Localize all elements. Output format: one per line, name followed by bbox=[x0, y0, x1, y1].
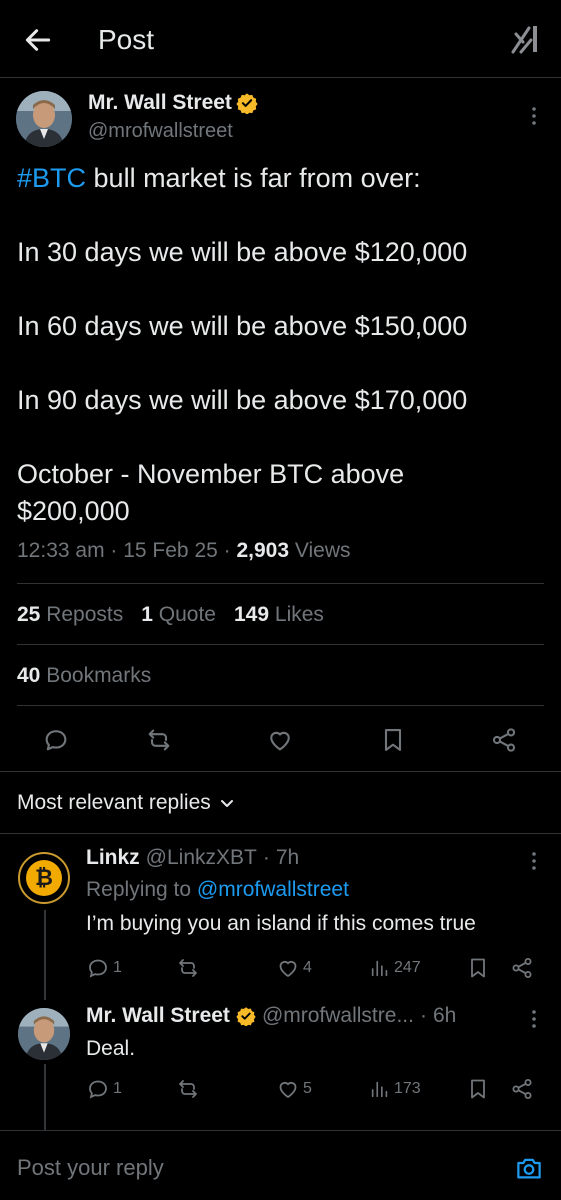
avatar[interactable] bbox=[18, 1008, 70, 1060]
repost-button[interactable] bbox=[176, 1076, 200, 1102]
bookmarks-stat[interactable]: 40 Bookmarks bbox=[17, 664, 151, 688]
reply-actions: 1 5 173 bbox=[86, 1076, 536, 1106]
chevron-down-icon bbox=[220, 800, 233, 807]
avatar[interactable] bbox=[16, 91, 72, 147]
views-button[interactable]: 173 bbox=[369, 1076, 421, 1102]
reply-button[interactable]: 1 bbox=[86, 1076, 122, 1102]
reply-button[interactable]: 1 bbox=[86, 955, 122, 981]
hashtag-link[interactable]: #BTC bbox=[17, 163, 86, 193]
post-body: #BTC bull market is far from over: In 30… bbox=[17, 160, 547, 530]
views-count: 2,903 bbox=[236, 539, 290, 562]
share-icon[interactable] bbox=[510, 955, 534, 981]
bookmark-icon[interactable] bbox=[379, 726, 407, 754]
top-bar: Post bbox=[0, 0, 561, 78]
post-time: 12:33 am bbox=[17, 539, 105, 562]
views-button[interactable]: 247 bbox=[369, 955, 421, 981]
likes-stat[interactable]: 149 Likes bbox=[234, 603, 324, 626]
like-button[interactable]: 5 bbox=[276, 1076, 312, 1102]
like-icon[interactable] bbox=[266, 726, 294, 754]
svg-text:₿: ₿ bbox=[35, 866, 53, 891]
repost-icon bbox=[179, 1080, 197, 1098]
divider bbox=[17, 583, 544, 584]
analytics-icon bbox=[371, 1081, 388, 1098]
engagement-stats: 25 Reposts 1 Quote 149 Likes bbox=[17, 603, 324, 627]
reposts-stat[interactable]: 25 Reposts bbox=[17, 603, 123, 626]
verified-badge-icon bbox=[236, 1007, 256, 1026]
reply-actions: 1 4 247 bbox=[86, 955, 536, 985]
reply-text: I’m buying you an island if this comes t… bbox=[86, 912, 476, 935]
author-handle[interactable]: @mrofwallstreet bbox=[88, 120, 233, 143]
post-text: bull market is far from over: In 30 days… bbox=[17, 163, 468, 526]
like-icon bbox=[279, 1081, 297, 1099]
repost-icon bbox=[179, 959, 197, 977]
share-icon[interactable] bbox=[510, 1076, 534, 1102]
avatar[interactable]: ₿ bbox=[18, 852, 70, 904]
replying-to: Replying to @mrofwallstreet bbox=[86, 878, 349, 901]
divider bbox=[17, 705, 544, 706]
more-options-icon[interactable] bbox=[522, 104, 546, 128]
like-button[interactable]: 4 bbox=[276, 955, 312, 981]
reply-author[interactable]: Linkz @LinkzXBT · 7h bbox=[86, 846, 299, 870]
more-options-icon[interactable] bbox=[522, 1007, 546, 1031]
reply-icon[interactable] bbox=[42, 726, 70, 754]
post-actions bbox=[0, 712, 561, 768]
repost-icon[interactable] bbox=[145, 726, 173, 754]
repost-button[interactable] bbox=[176, 955, 200, 981]
verified-badge-icon bbox=[236, 93, 258, 114]
divider bbox=[17, 644, 544, 645]
reply-sort-dropdown[interactable]: Most relevant replies bbox=[17, 791, 235, 815]
like-icon bbox=[279, 960, 297, 978]
reply-author[interactable]: Mr. Wall Street @mrofwallstre... · 6h bbox=[86, 1004, 456, 1028]
thread-line bbox=[44, 910, 46, 1000]
grok-icon[interactable] bbox=[509, 22, 543, 56]
reply-composer[interactable]: Post your reply bbox=[0, 1130, 561, 1200]
reply-icon bbox=[89, 959, 107, 978]
mention-link[interactable]: @mrofwallstreet bbox=[197, 878, 349, 901]
reply-icon bbox=[89, 1080, 107, 1099]
bookmark-icon[interactable] bbox=[466, 1076, 490, 1102]
more-options-icon[interactable] bbox=[522, 849, 546, 873]
views-label: Views bbox=[294, 539, 351, 562]
share-icon[interactable] bbox=[490, 726, 518, 754]
analytics-icon bbox=[371, 960, 388, 977]
reply-text: Deal. bbox=[86, 1037, 136, 1060]
author-name[interactable]: Mr. Wall Street bbox=[88, 91, 258, 115]
thread-line bbox=[44, 1064, 46, 1134]
post-meta: 12:33 am · 15 Feb 25 · 2,903 Views bbox=[17, 539, 351, 562]
camera-icon[interactable] bbox=[514, 1153, 544, 1183]
bookmark-icon[interactable] bbox=[466, 955, 490, 981]
quotes-stat[interactable]: 1 Quote bbox=[141, 603, 216, 626]
page-title: Post bbox=[98, 24, 155, 55]
arrow-left-icon[interactable] bbox=[22, 24, 54, 56]
post-date: 15 Feb 25 bbox=[123, 539, 218, 562]
reply-input[interactable]: Post your reply bbox=[17, 1155, 164, 1181]
section-divider bbox=[0, 833, 561, 834]
section-divider bbox=[0, 771, 561, 772]
